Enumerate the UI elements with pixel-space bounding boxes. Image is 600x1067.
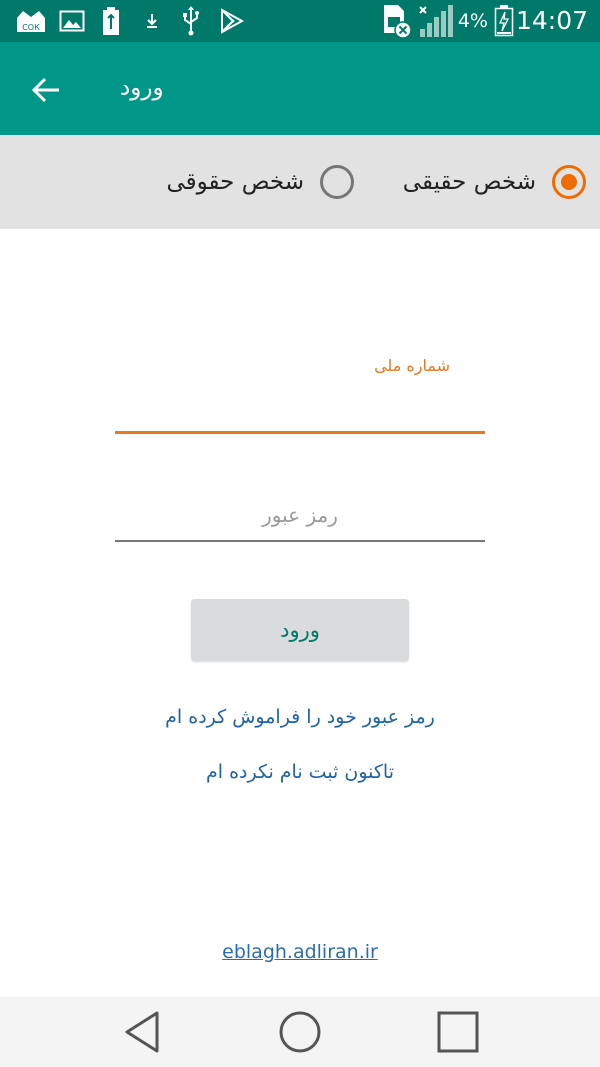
nav-home-button[interactable] <box>275 1007 325 1057</box>
website-link[interactable]: eblagh.adliran.ir <box>0 941 600 963</box>
national-id-field[interactable] <box>115 380 485 434</box>
recents-square-icon <box>437 1011 479 1053</box>
nav-recents-button[interactable] <box>433 1007 483 1057</box>
radio-unchecked-icon <box>320 165 354 199</box>
battery-charging-icon <box>492 0 516 42</box>
national-id-input[interactable] <box>115 380 485 431</box>
back-triangle-icon <box>125 1011 159 1053</box>
forgot-password-link[interactable]: رمز عبور خود را فراموش کرده ام <box>0 706 600 728</box>
radio-legal-person[interactable]: شخص حقوقی <box>166 135 354 229</box>
battery-percent: 4% <box>457 10 488 32</box>
cok-crown-icon: СОК <box>14 0 48 42</box>
national-id-label: شماره ملی <box>374 356 450 375</box>
status-time: 14:07 <box>515 6 588 35</box>
home-circle-icon <box>279 1011 321 1053</box>
login-button[interactable]: ورود <box>191 599 409 661</box>
page-title: ورود <box>120 75 164 101</box>
status-bar: СОК 4% 14:07 <box>0 0 600 42</box>
usb-icon <box>180 0 202 42</box>
battery-saver-icon <box>100 0 122 42</box>
back-button[interactable] <box>20 64 72 116</box>
arrow-left-icon <box>31 77 59 103</box>
svg-text:СОК: СОК <box>22 23 40 32</box>
register-link[interactable]: تاکنون ثبت نام نکرده ام <box>0 761 600 783</box>
app-toolbar: ورود <box>0 42 600 135</box>
password-field[interactable] <box>115 490 485 542</box>
radio-natural-person-label: شخص حقیقی <box>402 169 536 195</box>
image-icon <box>58 0 86 42</box>
system-nav-bar <box>0 997 600 1067</box>
sim-missing-icon <box>380 0 414 42</box>
person-type-selector: شخص حقیقی شخص حقوقی <box>0 135 600 229</box>
play-store-icon <box>218 0 246 42</box>
radio-legal-person-label: شخص حقوقی <box>166 169 304 195</box>
nav-back-button[interactable] <box>117 1007 167 1057</box>
download-icon <box>142 0 162 42</box>
radio-checked-icon <box>552 165 586 199</box>
signal-icon <box>418 0 454 42</box>
radio-natural-person[interactable]: شخص حقیقی <box>403 135 586 229</box>
password-input[interactable] <box>115 490 485 540</box>
